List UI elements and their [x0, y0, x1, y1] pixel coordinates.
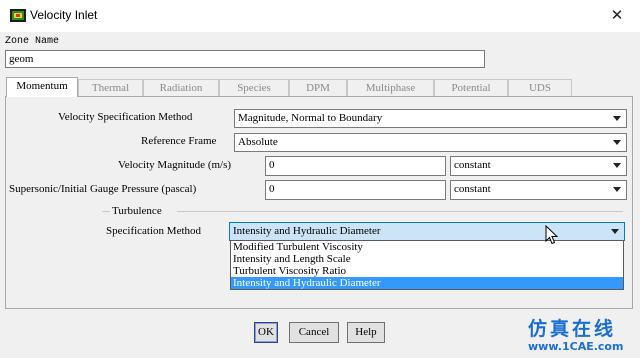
chevron-down-icon: [611, 229, 619, 234]
fluent-app-icon: [10, 9, 26, 22]
watermark-chinese-text: 仿真在线: [528, 318, 617, 340]
tab-radiation[interactable]: Radiation: [143, 79, 219, 96]
gauge-pressure-profile-dropdown[interactable]: constant: [450, 180, 627, 200]
option-modified-turbulent-viscosity[interactable]: Modified Turbulent Viscosity: [231, 241, 623, 253]
watermark: 仿真在线 www.1CAE.com: [528, 318, 623, 354]
option-intensity-and-length-scale[interactable]: Intensity and Length Scale: [231, 253, 623, 265]
help-button[interactable]: Help: [347, 322, 385, 343]
turbulence-spec-value: Intensity and Hydraulic Diameter: [233, 225, 381, 237]
velocity-magnitude-label: Velocity Magnitude (m/s): [118, 159, 232, 171]
watermark-url: www.1CAE.com: [528, 340, 624, 353]
velocity-spec-dropdown[interactable]: Magnitude, Normal to Boundary: [234, 109, 627, 128]
velocity-spec-label: Velocity Specification Method: [58, 111, 193, 123]
tab-thermal[interactable]: Thermal: [78, 79, 143, 96]
reference-frame-value: Absolute: [238, 136, 278, 148]
tab-multiphase[interactable]: Multiphase: [347, 79, 434, 96]
mouse-cursor-icon: [545, 224, 559, 248]
velocity-magnitude-field[interactable]: 0: [265, 156, 446, 176]
option-intensity-and-hydraulic-diameter[interactable]: Intensity and Hydraulic Diameter: [231, 277, 623, 289]
ok-button[interactable]: OK: [254, 322, 278, 343]
zone-name-field[interactable]: geom: [5, 50, 485, 68]
group-border: [102, 211, 110, 212]
reference-frame-dropdown[interactable]: Absolute: [234, 133, 627, 152]
tab-uds[interactable]: UDS: [508, 79, 572, 96]
gauge-pressure-field[interactable]: 0: [265, 180, 446, 200]
chevron-down-icon: [613, 187, 621, 192]
zone-name-label: Zone Name: [5, 36, 60, 47]
chevron-down-icon: [613, 140, 621, 145]
tab-potential[interactable]: Potential: [434, 79, 508, 96]
turbulence-group-label: Turbulence: [112, 205, 162, 217]
cancel-button[interactable]: Cancel: [289, 322, 339, 343]
window-title: Velocity Inlet: [30, 8, 98, 22]
chevron-down-icon: [613, 163, 621, 168]
group-border: [177, 211, 623, 212]
turbulence-spec-options: Modified Turbulent Viscosity Intensity a…: [230, 240, 624, 290]
turbulence-spec-label: Specification Method: [106, 225, 202, 237]
gauge-pressure-profile-value: constant: [454, 183, 491, 195]
turbulence-spec-dropdown[interactable]: Intensity and Hydraulic Diameter: [229, 222, 625, 241]
reference-frame-label: Reference Frame: [141, 135, 217, 147]
option-turbulent-viscosity-ratio[interactable]: Turbulent Viscosity Ratio: [231, 265, 623, 277]
velocity-spec-value: Magnitude, Normal to Boundary: [238, 112, 383, 124]
velocity-magnitude-profile-value: constant: [454, 159, 491, 171]
velocity-magnitude-profile-dropdown[interactable]: constant: [450, 156, 627, 176]
tab-species[interactable]: Species: [219, 79, 289, 96]
gauge-pressure-label: Supersonic/Initial Gauge Pressure (pasca…: [9, 183, 197, 195]
tab-momentum[interactable]: Momentum: [6, 77, 78, 97]
close-icon[interactable]: ✕: [604, 4, 630, 26]
chevron-down-icon: [613, 116, 621, 121]
tab-dpm[interactable]: DPM: [289, 79, 347, 96]
